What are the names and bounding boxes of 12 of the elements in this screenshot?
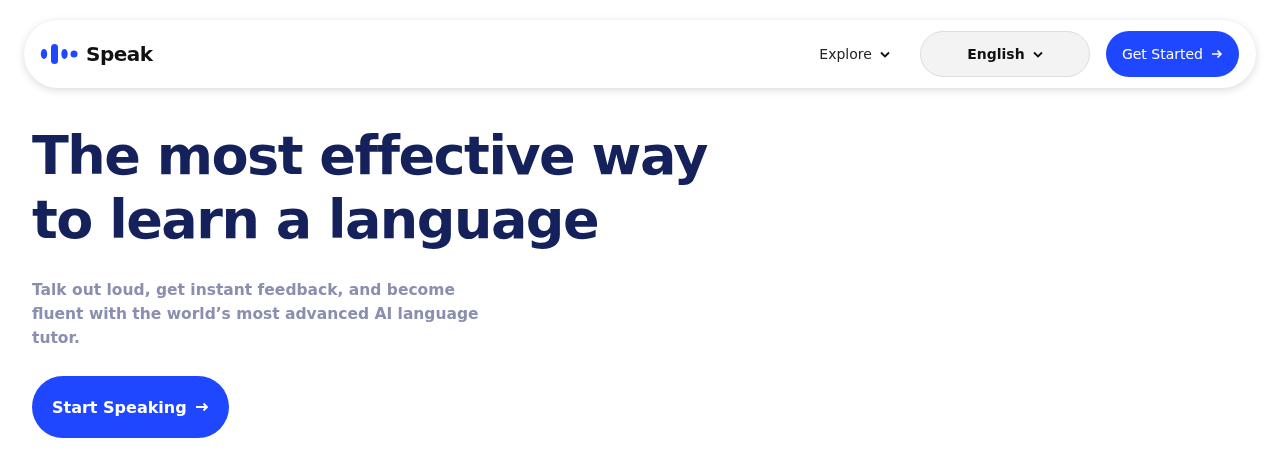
brand-name[interactable]: Speak [86,42,153,66]
arrow-right-icon [1211,49,1223,59]
start-speaking-button[interactable]: Start Speaking [32,376,229,438]
chevron-down-icon [1032,50,1043,58]
get-started-button[interactable]: Get Started [1105,31,1239,77]
hero-subtitle: Talk out loud, get instant feedback, and become fluent with the world’s most advanced AI language tutor. [32,280,480,349]
logo-icon [40,43,80,65]
explore-menu[interactable]: Explore [819,38,890,70]
chevron-down-icon [879,50,890,58]
hero-title: The most effective way to learn a language [32,124,709,252]
language-selector[interactable]: English [919,31,1090,77]
arrow-right-icon [194,402,209,412]
